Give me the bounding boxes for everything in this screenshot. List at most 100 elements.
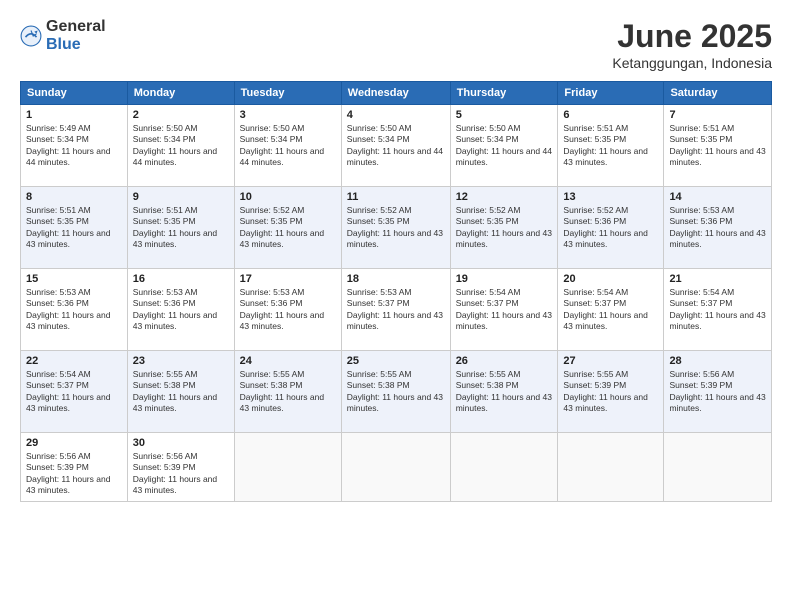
day-info: Sunrise: 5:56 AMSunset: 5:39 PMDaylight:… [669, 369, 766, 415]
day-number: 17 [240, 273, 336, 285]
calendar-cell: 21 Sunrise: 5:54 AMSunset: 5:37 PMDayligh… [664, 269, 772, 351]
day-info: Sunrise: 5:52 AMSunset: 5:35 PMDaylight:… [240, 205, 336, 251]
day-number: 24 [240, 355, 336, 367]
calendar-cell: 2 Sunrise: 5:50 AMSunset: 5:34 PMDaylight… [127, 105, 234, 187]
day-number: 22 [26, 355, 122, 367]
logo-blue: Blue [46, 36, 106, 54]
day-info: Sunrise: 5:52 AMSunset: 5:35 PMDaylight:… [456, 205, 553, 251]
logo-text: General Blue [46, 18, 106, 53]
calendar-cell: 24 Sunrise: 5:55 AMSunset: 5:38 PMDayligh… [234, 351, 341, 433]
calendar-cell: 16 Sunrise: 5:53 AMSunset: 5:36 PMDayligh… [127, 269, 234, 351]
day-number: 26 [456, 355, 553, 367]
day-number: 19 [456, 273, 553, 285]
day-info: Sunrise: 5:51 AMSunset: 5:35 PMDaylight:… [133, 205, 229, 251]
calendar-week-4: 22 Sunrise: 5:54 AMSunset: 5:37 PMDayligh… [21, 351, 772, 433]
day-number: 3 [240, 109, 336, 121]
day-number: 29 [26, 437, 122, 449]
calendar-cell: 11 Sunrise: 5:52 AMSunset: 5:35 PMDayligh… [341, 187, 450, 269]
day-info: Sunrise: 5:53 AMSunset: 5:37 PMDaylight:… [347, 287, 445, 333]
day-number: 27 [563, 355, 658, 367]
calendar-week-1: 1 Sunrise: 5:49 AMSunset: 5:34 PMDaylight… [21, 105, 772, 187]
day-number: 13 [563, 191, 658, 203]
calendar-cell: 5Sunrise: 5:50 AMSunset: 5:34 PMDaylight… [450, 105, 558, 187]
day-info: Sunrise: 5:54 AMSunset: 5:37 PMDaylight:… [669, 287, 766, 333]
day-number: 11 [347, 191, 445, 203]
day-info: Sunrise: 5:55 AMSunset: 5:38 PMDaylight:… [347, 369, 445, 415]
calendar-cell: 25Sunrise: 5:55 AMSunset: 5:38 PMDayligh… [341, 351, 450, 433]
calendar-cell [234, 433, 341, 502]
day-number: 8 [26, 191, 122, 203]
calendar-cell: 7Sunrise: 5:51 AMSunset: 5:35 PMDaylight… [664, 105, 772, 187]
day-header-saturday: Saturday [664, 82, 772, 105]
logo-general: General [46, 18, 106, 36]
calendar-cell: 26 Sunrise: 5:55 AMSunset: 5:38 PMDayligh… [450, 351, 558, 433]
day-info: Sunrise: 5:54 AMSunset: 5:37 PMDaylight:… [26, 369, 122, 415]
calendar-cell: 28 Sunrise: 5:56 AMSunset: 5:39 PMDayligh… [664, 351, 772, 433]
calendar-cell: 27Sunrise: 5:55 AMSunset: 5:39 PMDayligh… [558, 351, 664, 433]
calendar-cell: 6 Sunrise: 5:51 AMSunset: 5:35 PMDaylight… [558, 105, 664, 187]
day-number: 14 [669, 191, 766, 203]
location: Ketanggungan, Indonesia [612, 55, 772, 71]
title-area: June 2025 Ketanggungan, Indonesia [612, 18, 772, 71]
calendar-cell: 13 Sunrise: 5:52 AMSunset: 5:36 PMDayligh… [558, 187, 664, 269]
day-number: 7 [669, 109, 766, 121]
day-info: Sunrise: 5:55 AMSunset: 5:38 PMDaylight:… [133, 369, 229, 415]
calendar-week-3: 15 Sunrise: 5:53 AMSunset: 5:36 PMDayligh… [21, 269, 772, 351]
day-number: 1 [26, 109, 122, 121]
day-info: Sunrise: 5:55 AMSunset: 5:38 PMDaylight:… [456, 369, 553, 415]
calendar-cell: 9 Sunrise: 5:51 AMSunset: 5:35 PMDaylight… [127, 187, 234, 269]
day-number: 9 [133, 191, 229, 203]
page: General Blue June 2025 Ketanggungan, Ind… [0, 0, 792, 612]
day-info: Sunrise: 5:49 AMSunset: 5:34 PMDaylight:… [26, 123, 122, 169]
calendar-cell: 8 Sunrise: 5:51 AMSunset: 5:35 PMDaylight… [21, 187, 128, 269]
logo: General Blue [20, 18, 106, 53]
day-number: 20 [563, 273, 658, 285]
calendar-cell: 22 Sunrise: 5:54 AMSunset: 5:37 PMDayligh… [21, 351, 128, 433]
day-number: 12 [456, 191, 553, 203]
calendar-cell [558, 433, 664, 502]
day-info: Sunrise: 5:54 AMSunset: 5:37 PMDaylight:… [456, 287, 553, 333]
calendar-cell: 15Sunrise: 5:53 AMSunset: 5:36 PMDayligh… [21, 269, 128, 351]
day-info: Sunrise: 5:50 AMSunset: 5:34 PMDaylight:… [240, 123, 336, 169]
day-info: Sunrise: 5:50 AMSunset: 5:34 PMDaylight:… [133, 123, 229, 169]
day-number: 18 [347, 273, 445, 285]
day-number: 15 [26, 273, 122, 285]
calendar-cell: 29 Sunrise: 5:56 AMSunset: 5:39 PMDayligh… [21, 433, 128, 502]
day-header-friday: Friday [558, 82, 664, 105]
calendar-cell: 4Sunrise: 5:50 AMSunset: 5:34 PMDaylight… [341, 105, 450, 187]
calendar-cell [450, 433, 558, 502]
day-info: Sunrise: 5:54 AMSunset: 5:37 PMDaylight:… [563, 287, 658, 333]
day-info: Sunrise: 5:56 AMSunset: 5:39 PMDaylight:… [26, 451, 122, 497]
day-info: Sunrise: 5:55 AMSunset: 5:38 PMDaylight:… [240, 369, 336, 415]
header: General Blue June 2025 Ketanggungan, Ind… [20, 18, 772, 71]
day-info: Sunrise: 5:52 AMSunset: 5:35 PMDaylight:… [347, 205, 445, 251]
calendar-cell: 19 Sunrise: 5:54 AMSunset: 5:37 PMDayligh… [450, 269, 558, 351]
calendar-table: SundayMondayTuesdayWednesdayThursdayFrid… [20, 81, 772, 502]
day-number: 16 [133, 273, 229, 285]
logo-icon [20, 25, 42, 47]
day-header-tuesday: Tuesday [234, 82, 341, 105]
day-info: Sunrise: 5:51 AMSunset: 5:35 PMDaylight:… [26, 205, 122, 251]
day-info: Sunrise: 5:56 AMSunset: 5:39 PMDaylight:… [133, 451, 229, 497]
calendar-week-2: 8 Sunrise: 5:51 AMSunset: 5:35 PMDaylight… [21, 187, 772, 269]
day-info: Sunrise: 5:52 AMSunset: 5:36 PMDaylight:… [563, 205, 658, 251]
day-info: Sunrise: 5:53 AMSunset: 5:36 PMDaylight:… [133, 287, 229, 333]
calendar-cell [664, 433, 772, 502]
calendar-cell: 23 Sunrise: 5:55 AMSunset: 5:38 PMDayligh… [127, 351, 234, 433]
day-number: 6 [563, 109, 658, 121]
day-header-monday: Monday [127, 82, 234, 105]
day-number: 4 [347, 109, 445, 121]
calendar-cell: 17Sunrise: 5:53 AMSunset: 5:36 PMDayligh… [234, 269, 341, 351]
day-number: 5 [456, 109, 553, 121]
day-number: 21 [669, 273, 766, 285]
calendar-cell: 12 Sunrise: 5:52 AMSunset: 5:35 PMDayligh… [450, 187, 558, 269]
day-number: 23 [133, 355, 229, 367]
calendar-cell: 10Sunrise: 5:52 AMSunset: 5:35 PMDayligh… [234, 187, 341, 269]
day-info: Sunrise: 5:53 AMSunset: 5:36 PMDaylight:… [669, 205, 766, 251]
month-title: June 2025 [612, 18, 772, 55]
day-info: Sunrise: 5:51 AMSunset: 5:35 PMDaylight:… [563, 123, 658, 169]
calendar-cell: 18 Sunrise: 5:53 AMSunset: 5:37 PMDayligh… [341, 269, 450, 351]
day-number: 2 [133, 109, 229, 121]
day-number: 28 [669, 355, 766, 367]
day-number: 30 [133, 437, 229, 449]
